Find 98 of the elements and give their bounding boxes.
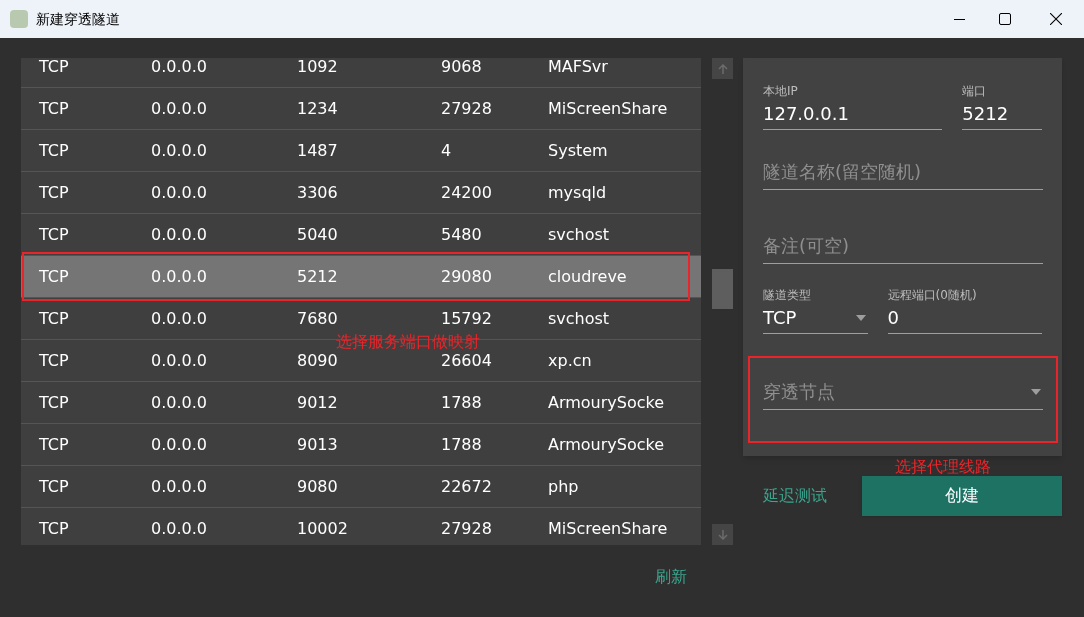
annotation-text: 选择代理线路 — [895, 456, 991, 478]
table-cell-text: ArmourySocke — [548, 433, 665, 456]
table-cell-text: 15792 — [441, 307, 493, 330]
table-cell-text: 0.0.0.0 — [151, 349, 208, 372]
table-cell-text: xp.cn — [548, 349, 592, 372]
field-value: TCP — [763, 306, 797, 330]
field-label: 隧道类型 — [763, 287, 812, 304]
port-field[interactable]: 端口 5212 — [962, 82, 1042, 130]
table-row[interactable]: TCP 0.0.0.0 1092 9068 MAFSvr — [21, 58, 701, 88]
table-cell-text: 5040 — [297, 223, 339, 246]
table-cell-text: 0.0.0.0 — [151, 58, 208, 78]
table-cell-text: 9068 — [441, 58, 483, 78]
table-cell-text: 3306 — [297, 181, 339, 204]
table-cell-text: TCP — [38, 433, 70, 456]
table-cell-text: TCP — [38, 391, 70, 414]
table-cell-text: 22672 — [441, 475, 493, 498]
table-row[interactable]: TCP 0.0.0.0 1487 4 System — [21, 130, 701, 172]
table-cell-text: 0.0.0.0 — [151, 139, 208, 162]
table-cell-text: TCP — [38, 97, 70, 120]
table-row[interactable]: TCP 0.0.0.0 3306 24200 mysqld — [21, 172, 701, 214]
table-cell-text: TCP — [38, 139, 70, 162]
field-value: 5212 — [962, 102, 1010, 126]
table-cell-text: 24200 — [441, 181, 493, 204]
table-cell-text: MAFSvr — [548, 58, 608, 78]
table-row[interactable]: TCP 0.0.0.0 5040 5480 svchost — [21, 214, 701, 256]
table-cell-text: svchost — [548, 307, 610, 330]
table-cell-text: TCP — [38, 475, 70, 498]
table-cell-text: TCP — [38, 265, 70, 288]
refresh-link[interactable]: 刷新 — [655, 565, 687, 589]
scroll-thumb[interactable] — [712, 269, 733, 309]
table-cell-text: cloudreve — [548, 265, 627, 288]
table-cell-text: 29080 — [441, 265, 493, 288]
field-label: 端口 — [962, 83, 988, 100]
table-cell-text: 0.0.0.0 — [151, 475, 208, 498]
table-cell-text: 1092 — [297, 58, 339, 78]
table-cell-text: 0.0.0.0 — [151, 517, 208, 540]
field-label: 本地IP — [763, 83, 799, 100]
tunnel-name-field[interactable]: 隧道名称(留空随机) — [763, 158, 1043, 190]
note-field[interactable]: 备注(可空) — [763, 232, 1043, 264]
scrollbar[interactable] — [712, 58, 733, 545]
app-icon — [10, 10, 28, 28]
local-ip-field[interactable]: 本地IP 127.0.0.1 — [763, 82, 943, 130]
table-cell-text: mysqld — [548, 181, 607, 204]
table-row[interactable]: TCP 0.0.0.0 9013 1788 ArmourySocke — [21, 424, 701, 466]
table-cell-text: 0.0.0.0 — [151, 223, 208, 246]
close-icon — [1050, 13, 1062, 25]
table-cell-text: 27928 — [441, 97, 493, 120]
table-cell-text: 5212 — [297, 265, 339, 288]
table-cell-text: MiScreenShare — [548, 517, 668, 540]
table-cell-text: 10002 — [297, 517, 349, 540]
table-cell-text: 8090 — [297, 349, 339, 372]
table-cell-text: 4 — [441, 139, 453, 162]
field-label: 远程端口(0随机) — [887, 287, 978, 304]
table-row[interactable]: TCP 0.0.0.0 5212 29080 cloudreve — [21, 256, 701, 298]
table-cell-text: TCP — [38, 58, 70, 78]
field-value: 0 — [887, 306, 901, 330]
table-cell-text: TCP — [38, 307, 70, 330]
table-cell-text: 0.0.0.0 — [151, 391, 208, 414]
dropdown-caret-icon — [855, 314, 866, 321]
tunnel-type-dropdown[interactable]: 隧道类型 TCP — [763, 286, 868, 334]
table-cell-text: 7680 — [297, 307, 339, 330]
table-cell-text: 9080 — [297, 475, 339, 498]
table-cell-text: 9012 — [297, 391, 339, 414]
dropdown-caret-icon — [1031, 388, 1041, 395]
table-cell-text: 0.0.0.0 — [151, 265, 208, 288]
table-row[interactable]: TCP 0.0.0.0 9080 22672 php — [21, 466, 701, 508]
table-cell-text: 1788 — [441, 391, 483, 414]
maximize-icon — [999, 13, 1011, 25]
create-button[interactable]: 创建 — [862, 476, 1062, 516]
table-cell-text: 0.0.0.0 — [151, 433, 208, 456]
field-value: 127.0.0.1 — [763, 102, 850, 126]
table-row[interactable]: TCP 0.0.0.0 1234 27928 MiScreenShare — [21, 88, 701, 130]
table-cell-text: TCP — [38, 517, 70, 540]
latency-test-link[interactable]: 延迟测试 — [763, 484, 827, 508]
table-cell-text: svchost — [548, 223, 610, 246]
table-row[interactable]: TCP 0.0.0.0 10002 27928 MiScreenShare — [21, 508, 701, 545]
table-cell-text: ArmourySocke — [548, 391, 665, 414]
table-cell-text: 9013 — [297, 433, 339, 456]
table-cell-text: TCP — [38, 181, 70, 204]
table-cell-text: 1487 — [297, 139, 339, 162]
table-cell-text: TCP — [38, 349, 70, 372]
table-cell-text: php — [548, 475, 579, 498]
remote-port-field[interactable]: 远程端口(0随机) 0 — [887, 286, 1042, 334]
table-cell-text: 27928 — [441, 517, 493, 540]
table-cell-text: System — [548, 139, 608, 162]
table-cell-text: 1788 — [441, 433, 483, 456]
table-cell-text: 26604 — [441, 350, 493, 372]
table-cell-text: MiScreenShare — [548, 97, 668, 120]
table-cell-text: 0.0.0.0 — [151, 181, 208, 204]
table-cell-text: 0.0.0.0 — [151, 307, 208, 330]
minimize-icon — [953, 18, 965, 20]
window-title: 新建穿透隧道 — [36, 9, 120, 29]
table-cell-text: TCP — [38, 223, 70, 246]
table-row[interactable]: TCP 0.0.0.0 9012 1788 ArmourySocke — [21, 382, 701, 424]
dropdown-placeholder: 穿透节点 — [763, 380, 835, 404]
table-cell-text: 0.0.0.0 — [151, 97, 208, 120]
table-cell-text: 1234 — [297, 97, 339, 120]
table-cell-text: 5480 — [441, 223, 483, 246]
